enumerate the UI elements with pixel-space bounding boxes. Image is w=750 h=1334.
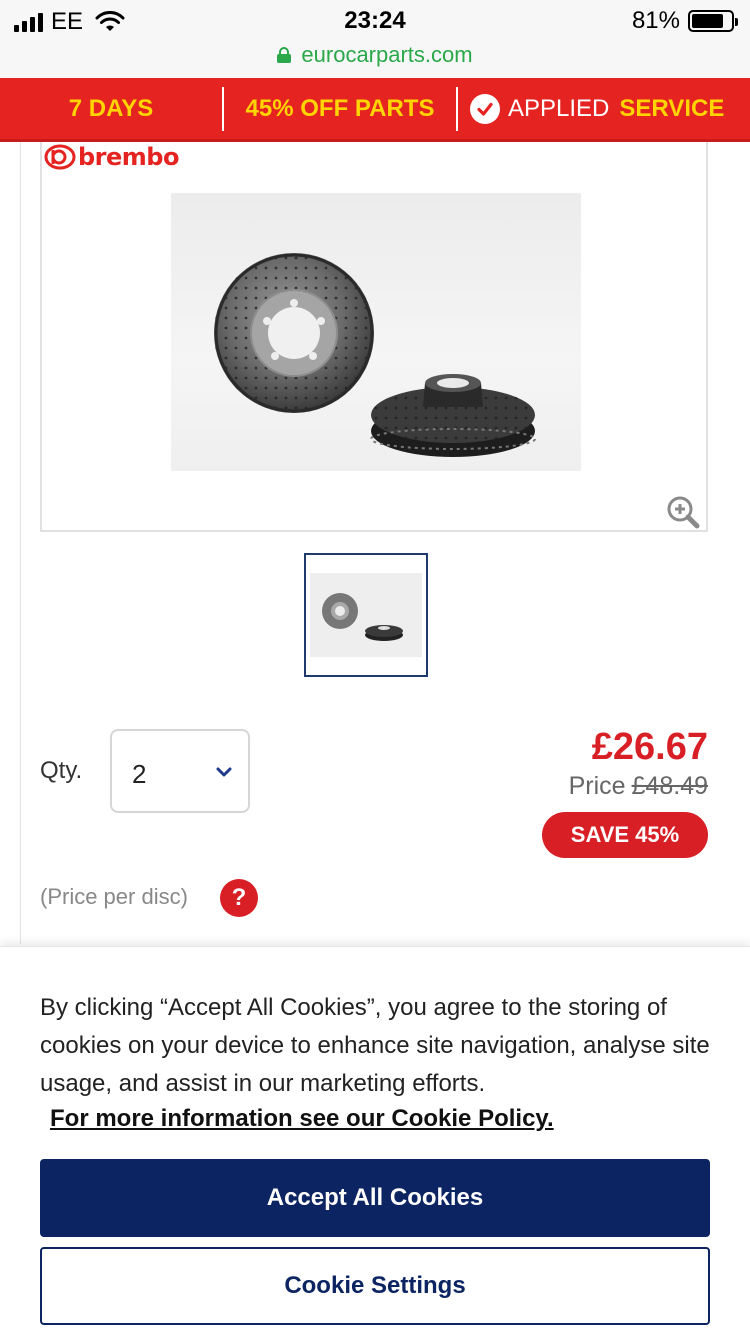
current-price: £26.67 xyxy=(591,726,708,768)
check-circle-icon xyxy=(470,93,500,124)
chevron-down-icon xyxy=(216,767,232,777)
promo-days: 7 DAYS xyxy=(68,94,154,122)
brembo-mark-icon xyxy=(44,144,76,170)
battery-icon xyxy=(688,10,738,32)
battery-percent: 81% xyxy=(631,7,680,34)
original-price: Price £48.49 xyxy=(569,772,708,801)
address-bar[interactable]: eurocarparts.com xyxy=(0,40,750,78)
was-price: £48.49 xyxy=(631,772,708,800)
status-bar: EE 23:24 81% xyxy=(0,0,750,40)
product-main-image[interactable] xyxy=(171,193,581,471)
promo-applied: APPLIED xyxy=(508,94,610,122)
cookie-settings-button[interactable]: Cookie Settings xyxy=(40,1247,710,1325)
url-display[interactable]: eurocarparts.com xyxy=(277,42,473,68)
save-badge: SAVE 45% xyxy=(542,812,708,858)
promo-discount: 45% OFF PARTS xyxy=(245,94,435,122)
brand-logo: brembo xyxy=(44,143,179,171)
promo-service: SERVICE xyxy=(619,94,725,122)
promo-applied-group: APPLIED SERVICE xyxy=(470,93,725,124)
promo-banner[interactable]: 7 DAYS 45% OFF PARTS APPLIED SERVICE xyxy=(0,78,750,142)
cookie-message: By clicking “Accept All Cookies”, you ag… xyxy=(40,994,710,1097)
price-label: Price xyxy=(568,772,626,800)
status-right: 81% xyxy=(631,7,738,35)
quantity-select[interactable]: 2 xyxy=(110,729,250,813)
url-text: eurocarparts.com xyxy=(301,42,473,67)
qty-value: 2 xyxy=(132,759,147,789)
price-per-disc-note: (Price per disc) xyxy=(40,884,188,909)
product-thumbnail[interactable] xyxy=(304,553,428,677)
brand-name: brembo xyxy=(78,143,179,171)
brake-disc-thumbnail-icon xyxy=(322,593,403,641)
zoom-in-icon[interactable] xyxy=(666,495,700,529)
promo-divider xyxy=(456,86,458,131)
cookie-policy-link[interactable]: For more information see our Cookie Poli… xyxy=(50,1105,554,1133)
lock-icon xyxy=(277,47,292,63)
help-icon[interactable]: ? xyxy=(220,879,258,917)
accept-all-cookies-button[interactable]: Accept All Cookies xyxy=(40,1159,710,1237)
cookie-banner: By clicking “Accept All Cookies”, you ag… xyxy=(0,946,750,1334)
qty-label: Qty. xyxy=(40,757,83,784)
brake-disc-photo-icon xyxy=(214,253,536,457)
